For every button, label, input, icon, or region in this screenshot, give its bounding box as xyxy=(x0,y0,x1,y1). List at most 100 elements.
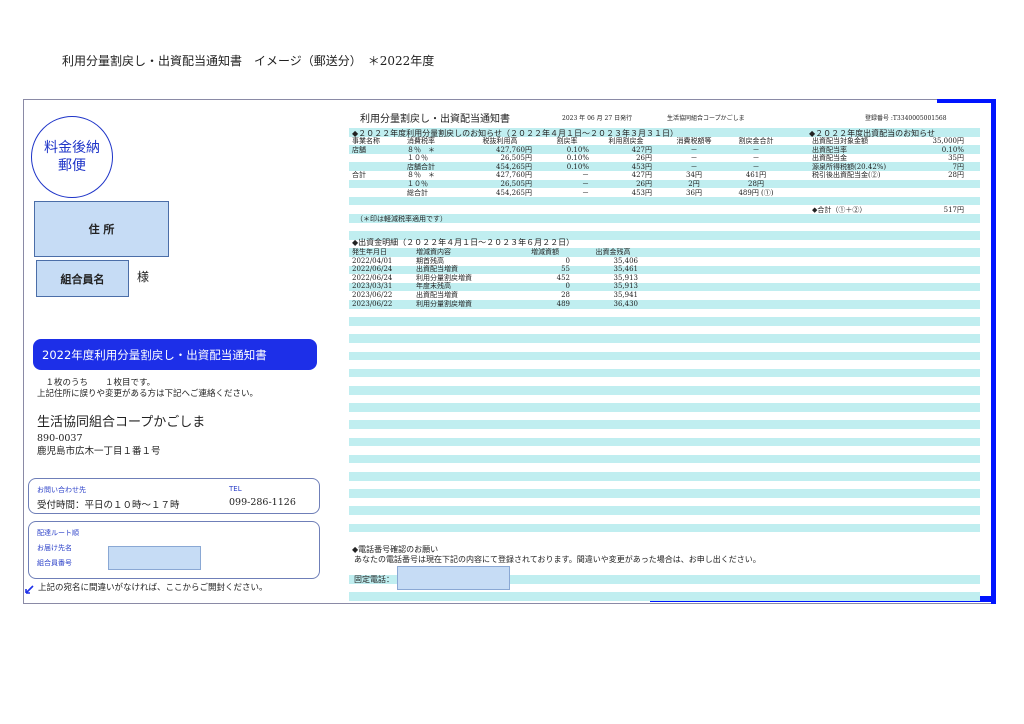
phone-label: 固定電話： xyxy=(354,575,394,584)
rebate-cell: 427円 xyxy=(631,171,652,180)
member-number-label: 組合員番号 xyxy=(37,559,72,567)
ledger-cell: 55 xyxy=(561,265,570,274)
rebate-cell: － xyxy=(752,154,760,163)
notice-title: 利用分量割戻し・出資配当通知書 xyxy=(360,114,510,125)
tel-number: 099-286-1126 xyxy=(229,497,296,508)
rebate-cell: 26,505円 xyxy=(500,180,533,188)
postage-stamp: 料金後納 郵便 xyxy=(31,116,113,198)
rebate-cell: 34円 xyxy=(686,171,702,180)
ledger-cell: 35,941 xyxy=(613,291,639,299)
rebate-cell: 0.10% xyxy=(566,162,589,171)
ledger-cell: 2022/06/24 xyxy=(352,265,393,274)
ledger-section-title: ◆出資金明細（２０２２年４月１日～２０２３年６月２２日） xyxy=(352,238,575,247)
rebate-header-cell: 利用割戻金 xyxy=(608,137,644,145)
rebate-cell: － xyxy=(582,188,589,197)
rebate-cell: 店舗 xyxy=(352,145,366,154)
blue-edge-right xyxy=(991,99,996,604)
rebate-cell: 36円 xyxy=(686,188,702,197)
ledger-header-cell: 増減資内容 xyxy=(416,248,451,256)
phone-note: あなたの電話番号は現在下記の内容にて登録されております。間違いや変更があった場合… xyxy=(354,555,761,564)
rebate-header-cell: 消費税率 xyxy=(407,137,435,145)
rebate-cell: 0.10% xyxy=(566,154,589,163)
dividend-label: 税引後出資配当金(②) xyxy=(812,171,881,180)
rebate-cell: 2円 xyxy=(688,180,700,188)
ledger-cell: 452 xyxy=(556,273,570,282)
stripe-band xyxy=(349,506,980,515)
rebate-cell: ８％ ＊ xyxy=(407,145,435,154)
dividend-value: 0.10% xyxy=(941,145,964,154)
rebate-cell: 427,760円 xyxy=(496,145,532,154)
ledger-cell: 35,406 xyxy=(613,256,639,265)
stripe-band xyxy=(349,437,980,447)
ledger-cell: 出資配当増資 xyxy=(416,265,458,274)
rebate-cell: － xyxy=(690,145,698,154)
stripe-band xyxy=(349,472,980,481)
stripe-band xyxy=(349,196,980,206)
rebate-header-cell: 割戻金合計 xyxy=(738,137,774,145)
member-number-field xyxy=(108,546,201,570)
rebate-cell: 454,265円 xyxy=(496,188,532,197)
address-label: 住 所 xyxy=(88,223,115,236)
registration-number: 登録番号 :T3340005001568 xyxy=(865,115,947,122)
address-box: 住 所 xyxy=(34,201,169,257)
ledger-cell: 28 xyxy=(561,291,570,299)
street-address: 鹿児島市広木一丁目１番１号 xyxy=(37,446,161,457)
ledger-cell: 2023/03/31 xyxy=(352,282,393,291)
postal-code: 890-0037 xyxy=(37,433,83,444)
phone-field xyxy=(397,566,510,590)
stripe-band xyxy=(349,386,980,395)
ledger-cell: 2023/06/22 xyxy=(352,299,393,308)
dividend-value: 35,000円 xyxy=(932,137,965,145)
rebate-cell: ８％ ＊ xyxy=(407,171,435,180)
stripe-band xyxy=(349,403,980,412)
coop-name: 生活協同組合コープかごしま xyxy=(37,415,206,430)
ledger-cell: 期首残高 xyxy=(416,256,444,265)
member-name-label: 組合員名 xyxy=(60,272,105,286)
issuer-name: 生活協同組合コープかごしま xyxy=(667,115,745,122)
dividend-total-value: 517円 xyxy=(943,206,964,214)
stripe-band xyxy=(349,523,980,533)
ledger-cell: 年度末残高 xyxy=(416,282,451,291)
stamp-line1: 料金後納 xyxy=(44,140,100,156)
dividend-total-label: ◆合計（①＋②） xyxy=(812,206,867,214)
dividend-value: 35円 xyxy=(948,154,964,163)
business-hours: 受付時間：平日の１０時～１７時 xyxy=(37,500,180,511)
dividend-label: 出資配当金 xyxy=(812,154,847,163)
ledger-header-cell: 出資金残高 xyxy=(595,248,631,256)
rebate-cell: 26円 xyxy=(636,180,652,188)
ledger-cell: 2023/06/22 xyxy=(352,291,393,299)
rebate-cell: 総合計 xyxy=(407,188,428,197)
rebate-cell: 427円 xyxy=(631,145,652,154)
ledger-cell: 35,913 xyxy=(613,273,639,282)
ledger-cell: 489 xyxy=(556,299,570,308)
rebate-footnote: （＊印は軽減税率適用です） xyxy=(356,215,447,223)
ledger-cell: 利用分量割戻増資 xyxy=(416,299,472,308)
ledger-header-cell: 発生年月日 xyxy=(352,248,387,256)
stripe-band xyxy=(349,454,980,464)
honorific: 様 xyxy=(137,270,150,284)
dividend-label: 出資配当対象金額 xyxy=(812,137,868,145)
stamp-line2: 郵便 xyxy=(58,158,86,174)
rebate-cell: 453円 xyxy=(631,188,652,197)
ledger-cell: 0 xyxy=(565,256,570,265)
rebate-cell: － xyxy=(582,171,589,180)
route-label: 配達ルート順 xyxy=(37,529,79,537)
ledger-cell: 35,913 xyxy=(613,282,639,291)
rebate-header-cell: 割戻率 xyxy=(556,137,578,145)
open-note: 上記の宛名に間違いがなければ、ここからご開封ください。 xyxy=(38,583,268,593)
contact-label: お問い合わせ先 xyxy=(37,486,86,494)
ledger-cell: 0 xyxy=(565,282,570,291)
rebate-cell: １０％ xyxy=(407,154,428,163)
rebate-cell: 461円 xyxy=(745,171,767,180)
dividend-value: 7円 xyxy=(952,162,964,171)
issue-date: 2023 年 06 月 27 日発行 xyxy=(562,115,633,122)
rebate-cell: 453円 xyxy=(631,162,652,171)
tel-label: TEL xyxy=(229,485,242,493)
rebate-cell: 489円 (①) xyxy=(738,188,774,197)
stripe-band xyxy=(349,420,980,429)
member-name-box: 組合員名 xyxy=(36,260,129,297)
stripe-band xyxy=(349,334,980,343)
dividend-label: 出資配当率 xyxy=(812,145,847,154)
ledger-cell: 35,461 xyxy=(613,265,639,274)
dividend-value: 28円 xyxy=(948,171,964,180)
